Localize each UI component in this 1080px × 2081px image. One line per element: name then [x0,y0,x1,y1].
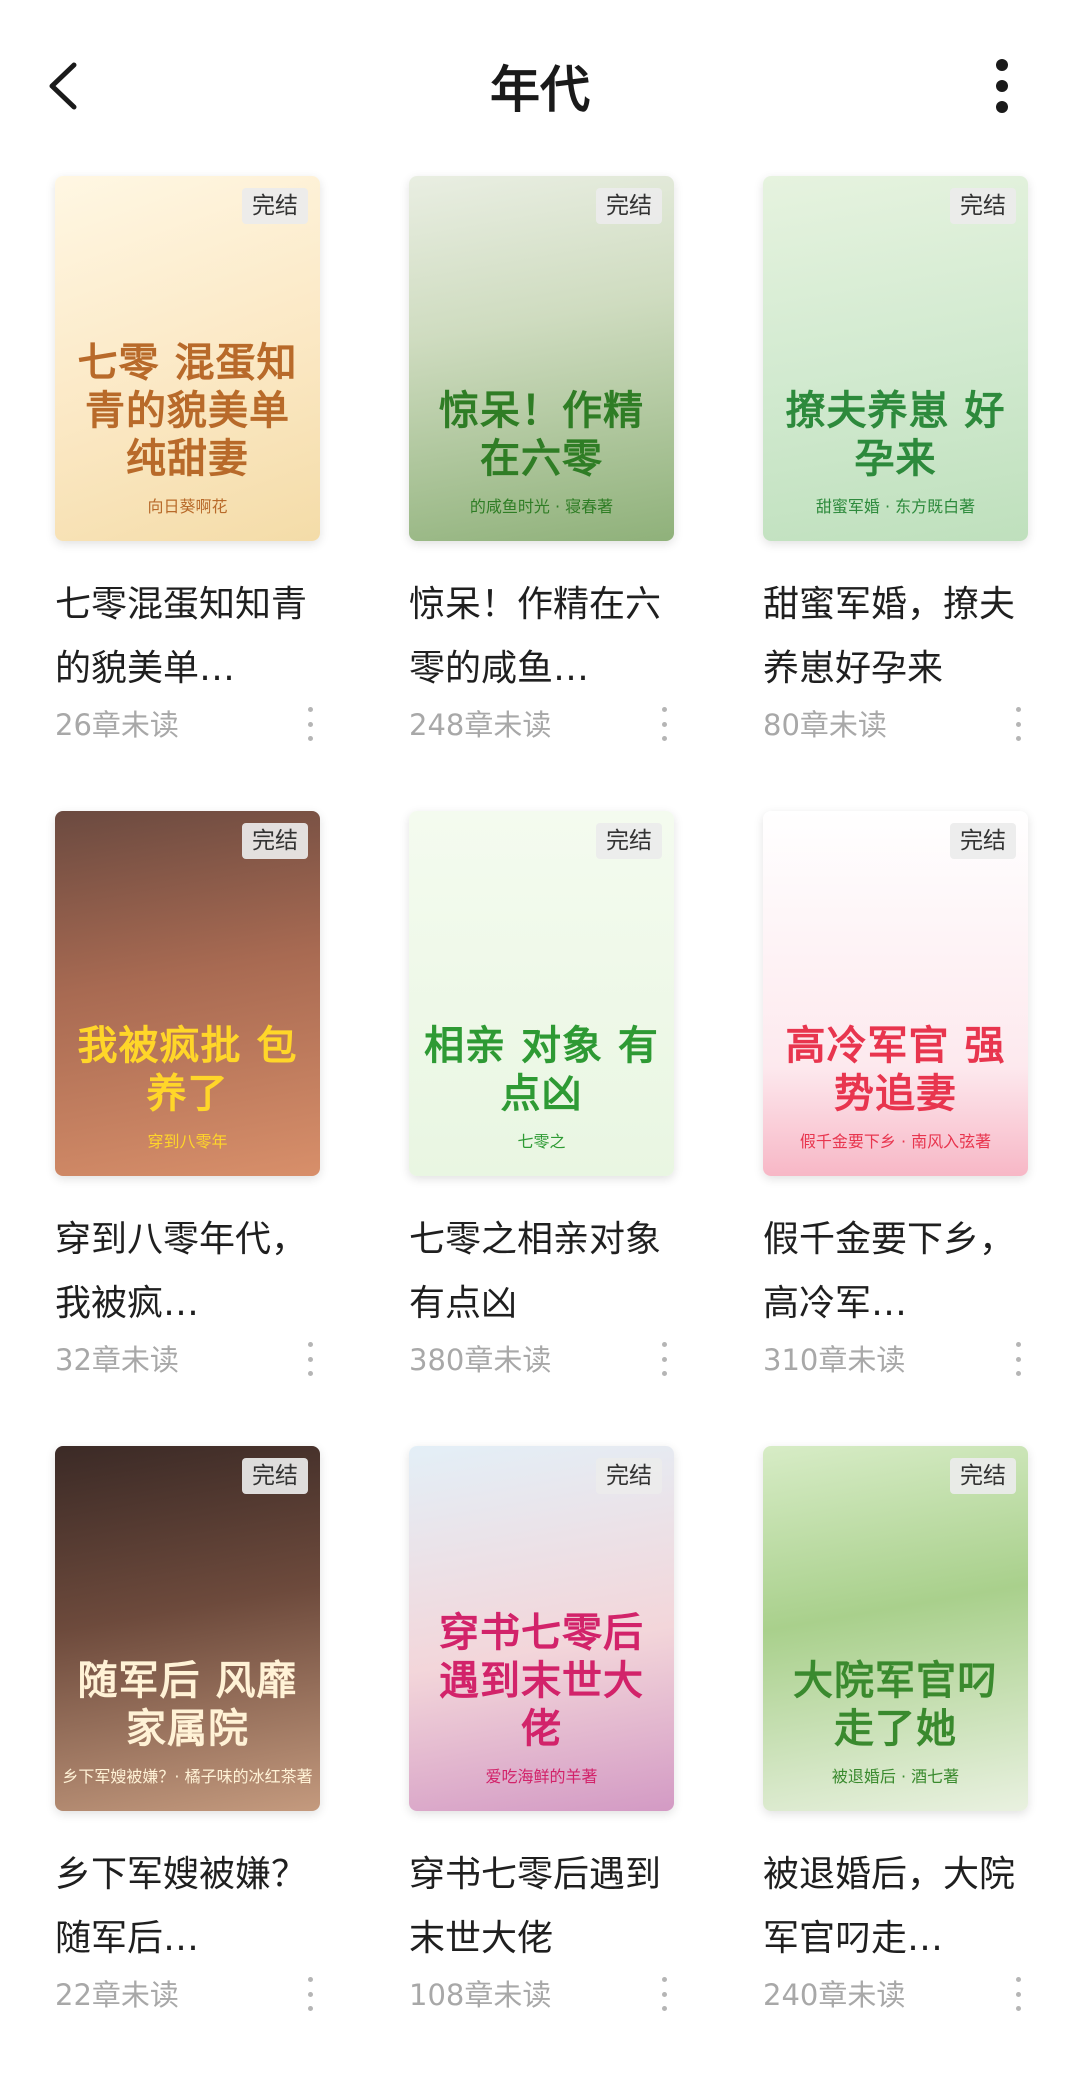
unread-count: 108章未读 [409,1978,552,2012]
book-card[interactable]: 我被疯批 包养了 穿到八零年 完结 穿到八零年代，我被疯… 32章未读 [55,811,320,1446]
book-title[interactable]: 甜蜜军婚，撩夫养崽好孕来 [763,573,1028,701]
unread-count: 26章未读 [55,708,179,742]
cover-author-text: 假千金要下乡 · 南风入弦著 [799,1132,992,1151]
status-badge: 完结 [596,188,662,224]
book-card[interactable]: 惊呆！作精在六零 的咸鱼时光 · 寝春著 完结 惊呆！作精在六零的咸鱼… 248… [409,176,674,811]
status-badge: 完结 [242,188,308,224]
more-vertical-icon[interactable] [654,1977,674,2011]
book-meta: 32章未读 [55,1336,320,1380]
cover-art: 随军后 风靡家属院 乡下军嫂被嫌？· 橘子味的冰红茶著 [55,1446,320,1811]
cover-title-text: 撩夫养崽 好孕来 [785,388,1006,482]
book-card[interactable]: 大院军官叼 走了她 被退婚后 · 酒七著 完结 被退婚后，大院军官叼走… 240… [763,1446,1028,2081]
cover-author-text: 穿到八零年 [147,1132,228,1151]
cover-art: 惊呆！作精在六零 的咸鱼时光 · 寝春著 [409,176,674,541]
book-cover[interactable]: 高冷军官 强势追妻 假千金要下乡 · 南风入弦著 完结 [763,811,1028,1176]
book-meta: 26章未读 [55,701,320,745]
more-vertical-icon[interactable] [1008,707,1028,741]
cover-title-text: 七零 混蛋知青的貌美单纯甜妻 [77,340,298,482]
book-card[interactable]: 撩夫养崽 好孕来 甜蜜军婚 · 东方既白著 完结 甜蜜军婚，撩夫养崽好孕来 80… [763,176,1028,811]
book-cover[interactable]: 相亲 对象 有点凶 七零之 完结 [409,811,674,1176]
cover-art: 高冷军官 强势追妻 假千金要下乡 · 南风入弦著 [763,811,1028,1176]
status-badge: 完结 [950,188,1016,224]
more-vertical-icon [995,58,1009,118]
more-options-button[interactable] [982,55,1022,120]
status-badge: 完结 [596,1458,662,1494]
cover-title-text: 我被疯批 包养了 [77,1023,298,1117]
book-meta: 380章未读 [409,1336,674,1380]
cover-title-text: 随军后 风靡家属院 [77,1658,298,1752]
more-vertical-icon[interactable] [654,707,674,741]
cover-author-text: 七零之 [517,1132,566,1151]
book-cover[interactable]: 惊呆！作精在六零 的咸鱼时光 · 寝春著 完结 [409,176,674,541]
cover-art: 大院军官叼 走了她 被退婚后 · 酒七著 [763,1446,1028,1811]
book-card[interactable]: 相亲 对象 有点凶 七零之 完结 七零之相亲对象有点凶 380章未读 [409,811,674,1446]
book-title[interactable]: 被退婚后，大院军官叼走… [763,1843,1028,1971]
book-title[interactable]: 乡下军嫂被嫌？随军后… [55,1843,320,1971]
book-card[interactable]: 随军后 风靡家属院 乡下军嫂被嫌？· 橘子味的冰红茶著 完结 乡下军嫂被嫌？随军… [55,1446,320,2081]
cover-author-text: 爱吃海鲜的羊著 [485,1767,598,1786]
book-card[interactable]: 穿书七零后 遇到末世大佬 爱吃海鲜的羊著 完结 穿书七零后遇到末世大佬 108章… [409,1446,674,2081]
status-badge: 完结 [242,1458,308,1494]
book-meta: 248章未读 [409,701,674,745]
cover-author-text: 被退婚后 · 酒七著 [831,1767,960,1786]
more-vertical-icon[interactable] [1008,1342,1028,1376]
unread-count: 248章未读 [409,708,552,742]
more-vertical-icon[interactable] [300,1977,320,2011]
book-cover[interactable]: 随军后 风靡家属院 乡下军嫂被嫌？· 橘子味的冰红茶著 完结 [55,1446,320,1811]
unread-count: 32章未读 [55,1343,179,1377]
cover-title-text: 惊呆！作精在六零 [439,388,644,482]
unread-count: 22章未读 [55,1978,179,2012]
book-title[interactable]: 七零之相亲对象有点凶 [409,1208,674,1336]
cover-title-text: 大院军官叼 走了她 [793,1658,998,1752]
book-cover[interactable]: 七零 混蛋知青的貌美单纯甜妻 向日葵啊花 完结 [55,176,320,541]
unread-count: 310章未读 [763,1343,906,1377]
cover-title-text: 穿书七零后 遇到末世大佬 [439,1610,644,1752]
book-meta: 108章未读 [409,1971,674,2015]
book-cover[interactable]: 大院军官叼 走了她 被退婚后 · 酒七著 完结 [763,1446,1028,1811]
more-vertical-icon[interactable] [300,1342,320,1376]
cover-art: 七零 混蛋知青的貌美单纯甜妻 向日葵啊花 [55,176,320,541]
book-title[interactable]: 七零混蛋知知青的貌美单… [55,573,320,701]
status-badge: 完结 [242,823,308,859]
cover-art: 撩夫养崽 好孕来 甜蜜军婚 · 东方既白著 [763,176,1028,541]
cover-author-text: 乡下军嫂被嫌？· 橘子味的冰红茶著 [62,1767,313,1786]
top-bar: 年代 [0,0,1080,170]
book-meta: 80章未读 [763,701,1028,745]
more-vertical-icon[interactable] [300,707,320,741]
book-meta: 240章未读 [763,1971,1028,2015]
book-title[interactable]: 穿书七零后遇到末世大佬 [409,1843,674,1971]
cover-author-text: 向日葵啊花 [147,497,228,516]
status-badge: 完结 [950,1458,1016,1494]
cover-author-text: 甜蜜军婚 · 东方既白著 [815,497,976,516]
status-badge: 完结 [596,823,662,859]
cover-art: 穿书七零后 遇到末世大佬 爱吃海鲜的羊著 [409,1446,674,1811]
unread-count: 80章未读 [763,708,887,742]
cover-title-text: 高冷军官 强势追妻 [785,1023,1006,1117]
book-title[interactable]: 惊呆！作精在六零的咸鱼… [409,573,674,701]
book-meta: 310章未读 [763,1336,1028,1380]
more-vertical-icon[interactable] [654,1342,674,1376]
book-cover[interactable]: 撩夫养崽 好孕来 甜蜜军婚 · 东方既白著 完结 [763,176,1028,541]
book-card[interactable]: 高冷军官 强势追妻 假千金要下乡 · 南风入弦著 完结 假千金要下乡，高冷军… … [763,811,1028,1446]
unread-count: 240章未读 [763,1978,906,2012]
status-badge: 完结 [950,823,1016,859]
book-cover[interactable]: 我被疯批 包养了 穿到八零年 完结 [55,811,320,1176]
book-meta: 22章未读 [55,1971,320,2015]
more-vertical-icon[interactable] [1008,1977,1028,2011]
cover-art: 我被疯批 包养了 穿到八零年 [55,811,320,1176]
book-card[interactable]: 七零 混蛋知青的貌美单纯甜妻 向日葵啊花 完结 七零混蛋知知青的貌美单… 26章… [55,176,320,811]
book-cover[interactable]: 穿书七零后 遇到末世大佬 爱吃海鲜的羊著 完结 [409,1446,674,1811]
book-title[interactable]: 假千金要下乡，高冷军… [763,1208,1028,1336]
page-title: 年代 [490,61,590,119]
unread-count: 380章未读 [409,1343,552,1377]
book-title[interactable]: 穿到八零年代，我被疯… [55,1208,320,1336]
cover-title-text: 相亲 对象 有点凶 [424,1023,659,1117]
cover-art: 相亲 对象 有点凶 七零之 [409,811,674,1176]
cover-author-text: 的咸鱼时光 · 寝春著 [469,497,614,516]
book-grid: 七零 混蛋知青的貌美单纯甜妻 向日葵啊花 完结 七零混蛋知知青的貌美单… 26章… [55,176,1028,2081]
